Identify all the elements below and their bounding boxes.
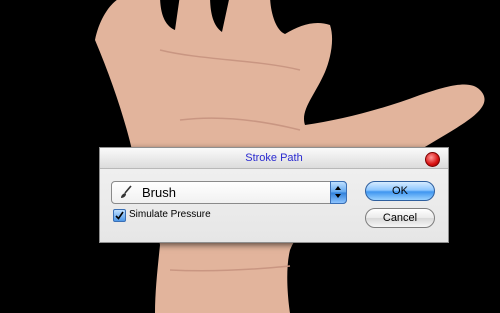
simulate-pressure-checkbox[interactable] [113, 209, 126, 222]
tool-select[interactable]: Brush [111, 181, 347, 204]
close-icon[interactable] [425, 152, 440, 167]
stroke-path-dialog: Stroke Path Brush Simulate Pressure OK C… [99, 147, 449, 243]
brush-icon [121, 185, 132, 198]
cancel-button[interactable]: Cancel [365, 208, 435, 228]
ok-button[interactable]: OK [365, 181, 435, 201]
checkmark-icon [115, 211, 124, 220]
dialog-titlebar[interactable]: Stroke Path [100, 148, 448, 169]
tool-select-value: Brush [142, 185, 176, 200]
dialog-title: Stroke Path [245, 152, 303, 164]
select-arrows-icon[interactable] [330, 181, 347, 204]
simulate-pressure-label: Simulate Pressure [129, 209, 211, 220]
